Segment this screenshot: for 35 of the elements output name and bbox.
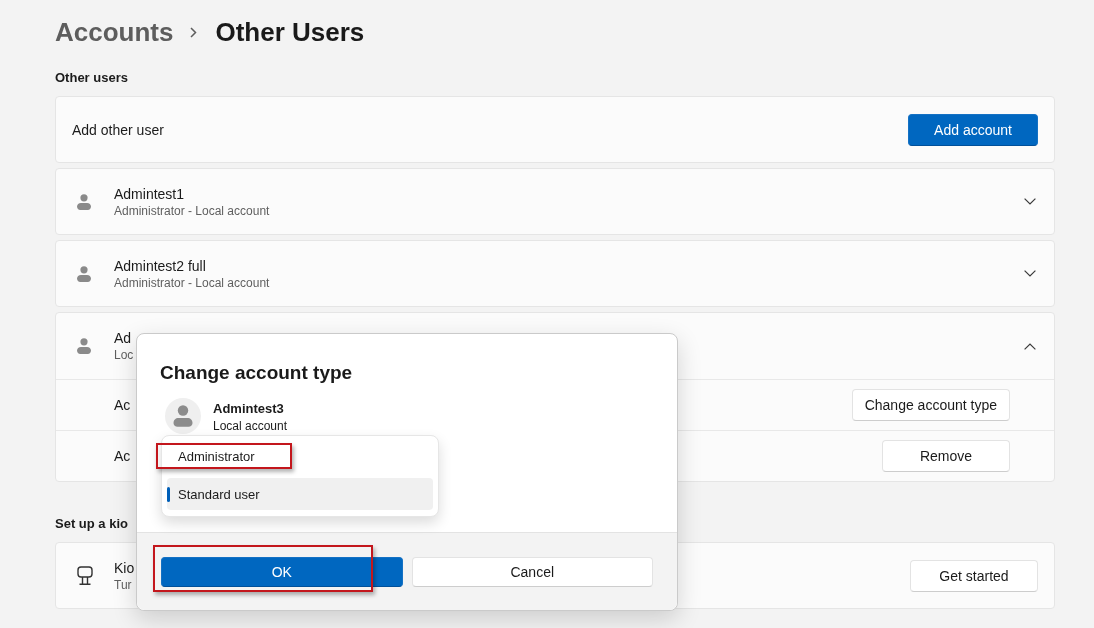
person-icon (77, 193, 91, 210)
chevron-down-icon[interactable] (1024, 270, 1036, 277)
chevron-down-icon[interactable] (1024, 198, 1036, 205)
section-heading: Other users (55, 69, 128, 87)
cancel-button[interactable]: Cancel (411, 557, 653, 587)
account-subtitle: Administrator - Local account (114, 202, 270, 219)
person-icon (77, 338, 91, 354)
kiosk-stand-icon (77, 565, 93, 586)
confirm-button[interactable]: OK (161, 557, 403, 587)
row-subtitle: Tur (114, 576, 132, 593)
section-heading: Set up a kio (55, 515, 128, 533)
chevron-up-icon[interactable] (1024, 342, 1036, 350)
account-subtitle: Loc (114, 347, 134, 363)
person-icon (77, 265, 91, 282)
add-account-button[interactable]: Add account (908, 113, 1038, 146)
menu-item[interactable]: Standard user (167, 478, 433, 510)
user-name: Admintest3 (213, 400, 284, 418)
option-label: Ac (114, 448, 131, 464)
remove-button[interactable]: Remove (882, 440, 1010, 472)
row-title: Kio (114, 558, 135, 577)
dialog-title: Change account type (160, 361, 353, 385)
selection-bar-icon (167, 486, 170, 502)
change-type-button[interactable]: Change account type (851, 389, 1010, 421)
menu-item[interactable]: Administrator (167, 440, 433, 472)
row-label: Add other user (72, 121, 164, 138)
option-label: Ac (114, 397, 131, 413)
page-title: Other Users (215, 16, 365, 49)
get-started-button[interactable]: Get started (910, 559, 1038, 592)
account-subtitle: Local account (213, 418, 288, 434)
account-name: Admintest1 (114, 184, 185, 203)
account-name: Admintest2 full (114, 256, 206, 275)
account-subtitle: Administrator - Local account (114, 274, 270, 291)
breadcrumb-link[interactable]: Accounts (55, 15, 174, 49)
account-name: Ad (114, 329, 132, 347)
chevron-right-icon (190, 26, 198, 38)
